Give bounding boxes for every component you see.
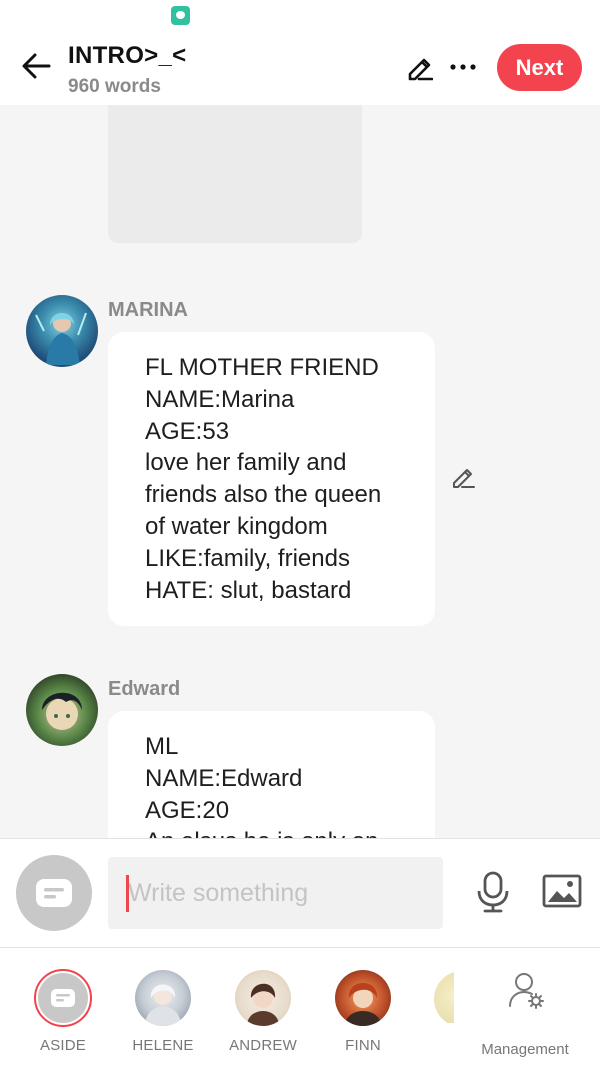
andrew-portrait-image [247, 983, 279, 1026]
helene-portrait-image [145, 984, 181, 1026]
message-author-name: Edward [108, 678, 181, 700]
message-line: friends also the queen [145, 481, 382, 509]
message-line: NAME:Edward [145, 764, 303, 792]
finn-portrait-image [345, 983, 381, 1026]
image-placeholder [108, 105, 362, 243]
avatar-helene [135, 970, 191, 1026]
aside-avatar [34, 969, 92, 1027]
message-line: of water kingdom [145, 512, 328, 540]
pencil-icon [408, 58, 433, 81]
pencil-icon [453, 469, 475, 488]
arrow-left-icon [22, 53, 51, 79]
message-line: HATE: slut, bastard [145, 576, 352, 604]
voice-input-button[interactable] [472, 869, 514, 915]
header: INTRO>_< 960 words Next [0, 32, 600, 105]
character-label: HELENE [132, 1037, 194, 1054]
edit-message-button[interactable] [449, 463, 477, 491]
character-item-aside[interactable]: ASIDE [18, 969, 108, 1060]
message-input[interactable] [108, 857, 443, 929]
user-settings-icon [509, 973, 544, 1009]
character-item-partial[interactable] [434, 971, 454, 1023]
message-line: NAME:Marina [145, 385, 295, 413]
message-line: FL MOTHER FRIEND [145, 354, 379, 381]
more-horizontal-icon [450, 64, 476, 70]
chat-bubble-icon [51, 989, 75, 1007]
notification-app-icon [171, 6, 190, 25]
insert-image-button[interactable] [540, 871, 584, 911]
marina-portrait-image [35, 312, 87, 365]
next-button[interactable]: Next [497, 44, 582, 91]
story-content[interactable]: MARINA FL MOTHER FRIEND NAME:Marina AGE:… [0, 105, 600, 838]
character-item-helene[interactable]: HELENE [118, 970, 208, 1060]
edward-portrait-image [42, 692, 82, 730]
message-line: love her family and [145, 449, 347, 477]
avatar-finn [335, 970, 391, 1026]
message-line: AGE:20 [145, 796, 230, 824]
word-count: 960 words [68, 76, 161, 97]
microphone-icon [477, 871, 509, 913]
status-bar [0, 0, 600, 32]
management-button[interactable]: Management [470, 966, 580, 1058]
character-selector-bar: ASIDE HELENE ANDREW FINN Management [0, 948, 600, 1067]
message-bubble[interactable]: ML NAME:Edward AGE:20 An alsus he is onl… [108, 711, 435, 838]
character-label: ANDREW [229, 1037, 297, 1054]
character-label: ASIDE [39, 1037, 86, 1054]
avatar-marina[interactable] [26, 295, 98, 367]
edit-title-button[interactable] [402, 50, 436, 84]
message-author-name: MARINA [108, 299, 188, 321]
aside-toggle-button[interactable] [16, 855, 92, 931]
chat-bubble-icon [36, 879, 72, 907]
management-label: Management [481, 1041, 569, 1058]
character-label: FINN [345, 1037, 381, 1054]
avatar-andrew [235, 970, 291, 1026]
image-icon [542, 874, 582, 908]
more-options-button[interactable] [446, 50, 480, 84]
character-item-andrew[interactable]: ANDREW [218, 970, 308, 1060]
message-line: LIKE:family, friends [145, 544, 350, 572]
message-line: AGE:53 [145, 417, 230, 445]
composer-bar [0, 838, 600, 948]
message-bubble[interactable]: FL MOTHER FRIEND NAME:Marina AGE:53 love… [108, 332, 435, 627]
back-button[interactable] [16, 46, 56, 86]
message-line: ML [145, 733, 179, 760]
message-line: An alsus he is only on [145, 826, 415, 838]
character-item-finn[interactable]: FINN [318, 970, 408, 1060]
text-cursor [126, 875, 129, 912]
page-title: INTRO>_< [68, 42, 187, 69]
avatar-edward[interactable] [26, 674, 98, 746]
